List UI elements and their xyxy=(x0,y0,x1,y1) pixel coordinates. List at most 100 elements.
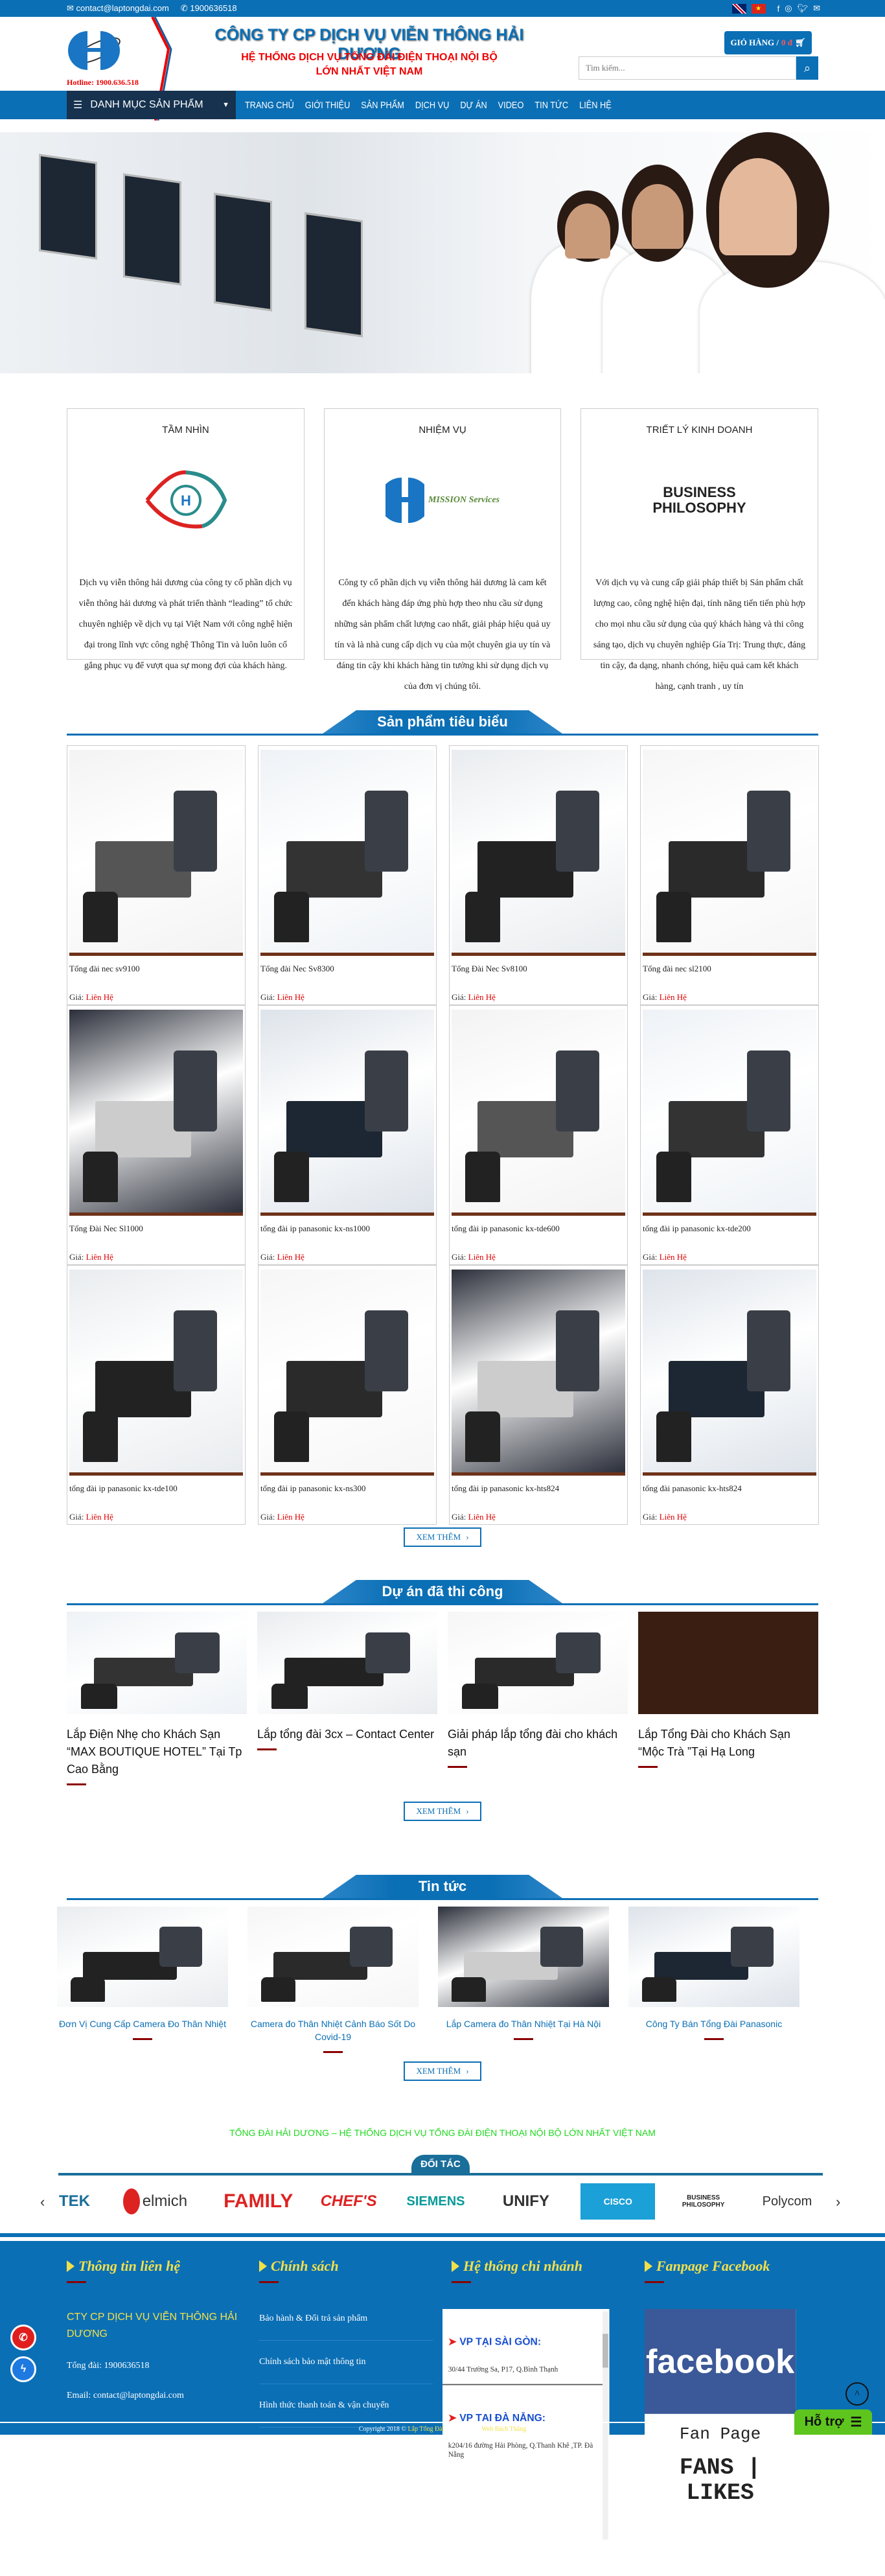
product-title[interactable]: tổng đài ip panasonic kx-tde200 xyxy=(643,1224,751,1234)
news-title[interactable]: Đơn Vị Cung Cấp Camera Đo Thân Nhiệt xyxy=(57,2017,228,2030)
facebook-icon[interactable]: f xyxy=(777,4,780,14)
project-card[interactable]: Lắp tổng đài 3cx – Contact Center xyxy=(257,1612,437,1785)
news-title[interactable]: Công Ty Bán Tổng Đài Panasonic xyxy=(628,2017,799,2030)
news-title[interactable]: Camera đo Thân Nhiệt Cảnh Báo Sốt Do Cov… xyxy=(247,2017,419,2043)
news-card[interactable]: Đơn Vị Cung Cấp Camera Đo Thân Nhiệt xyxy=(57,1907,228,2053)
vietnam-flag-icon[interactable]: ★ xyxy=(751,3,766,14)
product-card[interactable]: tổng đài ip panasonic kx-tde600 Giá: Liê… xyxy=(449,1005,628,1265)
product-title[interactable]: Tổng đài nec sv9100 xyxy=(69,964,140,974)
product-title[interactable]: Tổng đài Nec Sv8300 xyxy=(260,964,334,974)
product-card[interactable]: Tổng đài nec sv9100 Giá: Liên Hệ xyxy=(67,745,246,1005)
partner-logo-chefs[interactable]: CHEF'S xyxy=(319,2183,378,2220)
policy-link[interactable]: Bảo hành & Đổi trả sản phẩm xyxy=(259,2297,433,2341)
news-image[interactable] xyxy=(57,1907,228,2007)
project-title[interactable]: Giải pháp lắp tổng đài cho khách sạn xyxy=(448,1726,628,1761)
product-title[interactable]: Tổng đài nec sl2100 xyxy=(643,964,711,974)
instagram-icon[interactable]: ◎ xyxy=(785,3,792,14)
project-title[interactable]: Lắp Điện Nhẹ cho Khách Sạn “MAX BOUTIQUE… xyxy=(67,1726,247,1778)
product-title[interactable]: tổng đài ip panasonic kx-hts824 xyxy=(452,1483,559,1494)
product-image[interactable] xyxy=(452,1010,625,1216)
search-input[interactable] xyxy=(579,56,796,80)
back-to-top-button[interactable]: ^ xyxy=(845,2382,869,2406)
news-image[interactable] xyxy=(247,1907,419,2007)
english-flag-icon[interactable] xyxy=(731,3,746,14)
partners-next-arrow[interactable]: › xyxy=(836,2194,840,2210)
nav-item-home[interactable]: TRANG CHỦ xyxy=(245,100,294,111)
project-image[interactable] xyxy=(638,1612,818,1714)
product-image[interactable] xyxy=(260,1010,434,1216)
product-card[interactable]: Tổng đài Nec Sv8300 Giá: Liên Hệ xyxy=(258,745,437,1005)
search-button[interactable]: ⌕ xyxy=(796,56,818,80)
policy-link[interactable]: Chính sách bảo mật thông tin xyxy=(259,2341,433,2384)
contact-phone[interactable]: ✆ 1900636518 xyxy=(181,3,237,14)
product-card[interactable]: tổng đài ip panasonic kx-ns300 Giá: Liên… xyxy=(258,1265,437,1525)
product-card[interactable]: tổng đài ip panasonic kx-ns1000 Giá: Liê… xyxy=(258,1005,437,1265)
product-image[interactable] xyxy=(643,750,816,956)
product-title[interactable]: tổng đài ip panasonic kx-ns1000 xyxy=(260,1224,370,1234)
nav-item-video[interactable]: VIDEO xyxy=(498,100,524,111)
product-image[interactable] xyxy=(69,1010,243,1216)
product-title[interactable]: tổng đài ip panasonic kx-tde100 xyxy=(69,1483,178,1494)
hotline[interactable]: Hotline: 1900.636.518 xyxy=(67,78,139,87)
product-image[interactable] xyxy=(69,1270,243,1476)
product-image[interactable] xyxy=(260,1270,434,1476)
product-card[interactable]: Tổng Đài Nec Sl1000 Giá: Liên Hệ xyxy=(67,1005,246,1265)
partner-logo-business-philosophy[interactable]: BUSINESS PHILOSOPHY xyxy=(678,2183,730,2220)
product-image[interactable] xyxy=(452,1270,625,1476)
project-image[interactable] xyxy=(257,1612,437,1714)
nav-item-news[interactable]: TIN TỨC xyxy=(534,100,568,111)
news-card[interactable]: Camera đo Thân Nhiệt Cảnh Báo Sốt Do Cov… xyxy=(247,1907,419,2053)
product-card[interactable]: Tổng Đài Nec Sv8100 Giá: Liên Hệ xyxy=(449,745,628,1005)
nav-item-projects[interactable]: DỰ ÁN xyxy=(460,100,487,111)
product-card[interactable]: tổng đài ip panasonic kx-tde100 Giá: Liê… xyxy=(67,1265,246,1525)
cart-button[interactable]: GIỎ HÀNG /0 đ 🛒︎ xyxy=(724,31,812,54)
policy-link[interactable]: Hình thức thanh toán & vận chuyển xyxy=(259,2384,433,2428)
partner-logo-siemens[interactable]: SIEMENS xyxy=(400,2183,472,2220)
project-image[interactable] xyxy=(448,1612,628,1714)
product-card[interactable]: tổng đài ip panasonic kx-hts824 Giá: Liê… xyxy=(449,1265,628,1525)
support-button[interactable]: Hỗ trợ ☰ xyxy=(794,2409,872,2435)
news-title[interactable]: Lắp Camera đo Thân Nhiệt Tại Hà Nội xyxy=(438,2017,609,2030)
project-card[interactable]: Lắp Tổng Đài cho Khách Sạn “Mộc Trà ”Tại… xyxy=(638,1612,818,1785)
news-card[interactable]: Công Ty Bán Tổng Đài Panasonic xyxy=(628,1907,799,2053)
product-title[interactable]: tổng đài panasonic kx-hts824 xyxy=(643,1483,742,1494)
category-menu-button[interactable]: ☰ DANH MỤC SẢN PHẨM ▼ xyxy=(67,91,236,119)
partner-logo-tek[interactable]: TEK xyxy=(58,2183,91,2220)
product-title[interactable]: Tổng Đài Nec Sv8100 xyxy=(452,964,527,974)
call-float-button[interactable]: ✆ xyxy=(10,2325,36,2350)
messenger-float-button[interactable]: ϟ xyxy=(10,2356,36,2382)
partner-logo-elmich[interactable]: elmich xyxy=(113,2183,197,2220)
product-image[interactable] xyxy=(643,1010,816,1216)
product-image[interactable] xyxy=(452,750,625,956)
product-image[interactable] xyxy=(643,1270,816,1476)
product-image[interactable] xyxy=(69,750,243,956)
partner-logo-polycom[interactable]: Polycom xyxy=(752,2183,823,2220)
product-title[interactable]: tổng đài ip panasonic kx-tde600 xyxy=(452,1224,560,1234)
nav-item-services[interactable]: DỊCH VỤ xyxy=(415,100,449,111)
nav-item-products[interactable]: SẢN PHẨM xyxy=(361,100,404,111)
nav-item-about[interactable]: GIỚI THIỆU xyxy=(305,100,351,111)
partner-logo-family[interactable]: FAMILY xyxy=(220,2183,297,2220)
product-title[interactable]: Tổng Đài Nec Sl1000 xyxy=(69,1224,143,1234)
contact-email[interactable]: ✉ contact@laptongdai.com xyxy=(67,3,169,14)
partner-logo-unify[interactable]: UNIFY xyxy=(494,2183,558,2220)
project-card[interactable]: Lắp Điện Nhẹ cho Khách Sạn “MAX BOUTIQUE… xyxy=(67,1612,247,1785)
product-card[interactable]: tổng đài panasonic kx-hts824 Giá: Liên H… xyxy=(640,1265,819,1525)
product-image[interactable] xyxy=(260,750,434,956)
news-more-button[interactable]: XEM THÊM › xyxy=(404,2061,481,2081)
projects-more-button[interactable]: XEM THÊM › xyxy=(404,1802,481,1821)
news-image[interactable] xyxy=(628,1907,799,2007)
products-more-button[interactable]: XEM THÊM › xyxy=(404,1527,481,1547)
project-title[interactable]: Lắp Tổng Đài cho Khách Sạn “Mộc Trà ”Tại… xyxy=(638,1726,818,1761)
mail-icon[interactable]: ✉ xyxy=(813,3,820,14)
product-card[interactable]: Tổng đài nec sl2100 Giá: Liên Hệ xyxy=(640,745,819,1005)
product-card[interactable]: tổng đài ip panasonic kx-tde200 Giá: Liê… xyxy=(640,1005,819,1265)
partner-logo-cisco[interactable]: CISCO xyxy=(580,2183,656,2220)
project-card[interactable]: Giải pháp lắp tổng đài cho khách sạn xyxy=(448,1612,628,1785)
nav-item-contact[interactable]: LIÊN HỆ xyxy=(579,100,612,111)
news-card[interactable]: Lắp Camera đo Thân Nhiệt Tại Hà Nội xyxy=(438,1907,609,2053)
news-image[interactable] xyxy=(438,1907,609,2007)
project-image[interactable] xyxy=(67,1612,247,1714)
product-title[interactable]: tổng đài ip panasonic kx-ns300 xyxy=(260,1483,365,1494)
project-title[interactable]: Lắp tổng đài 3cx – Contact Center xyxy=(257,1726,437,1743)
